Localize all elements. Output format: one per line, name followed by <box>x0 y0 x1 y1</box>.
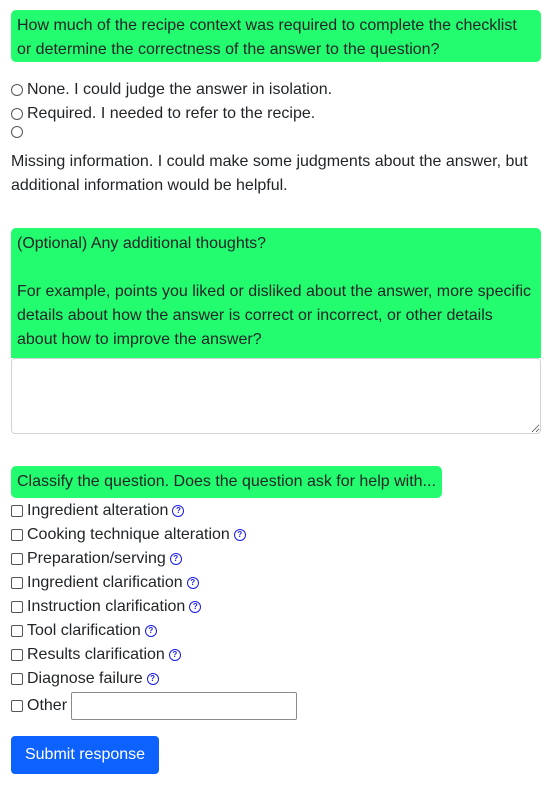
checkbox[interactable] <box>11 529 23 541</box>
classify-option-label: Tool clarification <box>27 622 141 639</box>
classify-option-other[interactable]: Other <box>11 691 298 721</box>
radio-button[interactable] <box>11 108 23 120</box>
help-icon[interactable]: ? <box>169 553 182 565</box>
context-option-none[interactable]: None. I could judge the answer in isolat… <box>11 78 332 102</box>
help-icon[interactable]: ? <box>146 673 159 685</box>
help-icon[interactable]: ? <box>144 625 157 637</box>
checkbox[interactable] <box>11 577 23 589</box>
context-question-prompt: How much of the recipe context was requi… <box>11 10 541 62</box>
other-text-input[interactable] <box>71 692 298 720</box>
classify-option-label: Ingredient alteration <box>27 502 169 519</box>
checkbox[interactable] <box>11 601 23 613</box>
help-icon[interactable]: ? <box>168 649 181 661</box>
submit-button[interactable]: Submit response <box>11 736 159 774</box>
checkbox[interactable] <box>11 700 23 712</box>
radio-button[interactable] <box>11 84 23 96</box>
classify-option-label: Results clarification <box>27 646 165 663</box>
classify-question-prompt: Classify the question. Does the question… <box>11 466 442 498</box>
context-option-label: Required. I needed to refer to the recip… <box>27 105 316 122</box>
classify-option-cooking-technique-alteration[interactable]: Cooking technique alteration ? <box>11 523 246 547</box>
checkbox[interactable] <box>11 505 23 517</box>
classify-option-label: Ingredient clarification <box>27 574 183 591</box>
classify-option-label: Diagnose failure <box>27 670 143 687</box>
classify-option-label: Other <box>27 697 68 714</box>
checkbox[interactable] <box>11 649 23 661</box>
classify-option-instruction-clarification[interactable]: Instruction clarification ? <box>11 595 202 619</box>
context-option-label: Missing information. I could make some j… <box>11 153 528 194</box>
classify-option-label: Preparation/serving <box>27 550 166 567</box>
checkbox[interactable] <box>11 673 23 685</box>
context-option-label: None. I could judge the answer in isolat… <box>27 81 333 98</box>
thoughts-textarea[interactable] <box>11 358 541 434</box>
classify-option-label: Instruction clarification <box>27 598 186 615</box>
classify-option-diagnose-failure[interactable]: Diagnose failure ? <box>11 667 159 691</box>
checkbox[interactable] <box>11 553 23 565</box>
thoughts-question-example: For example, points you liked or dislike… <box>17 283 532 348</box>
thoughts-question-prompt: (Optional) Any additional thoughts? For … <box>11 228 541 358</box>
classify-option-results-clarification[interactable]: Results clarification ? <box>11 643 181 667</box>
help-icon[interactable]: ? <box>233 529 246 541</box>
context-option-missing[interactable] <box>11 126 27 138</box>
thoughts-question-title: (Optional) Any additional thoughts? <box>17 235 267 252</box>
checkbox[interactable] <box>11 625 23 637</box>
classify-option-tool-clarification[interactable]: Tool clarification ? <box>11 619 157 643</box>
classify-option-ingredient-clarification[interactable]: Ingredient clarification ? <box>11 571 199 595</box>
help-icon[interactable]: ? <box>186 577 199 589</box>
help-icon[interactable]: ? <box>189 601 202 613</box>
classify-option-preparation-serving[interactable]: Preparation/serving ? <box>11 547 182 571</box>
radio-button[interactable] <box>11 126 23 138</box>
classify-option-ingredient-alteration[interactable]: Ingredient alteration ? <box>11 499 185 523</box>
classify-option-label: Cooking technique alteration <box>27 526 230 543</box>
context-option-required[interactable]: Required. I needed to refer to the recip… <box>11 102 315 126</box>
help-icon[interactable]: ? <box>172 505 185 517</box>
